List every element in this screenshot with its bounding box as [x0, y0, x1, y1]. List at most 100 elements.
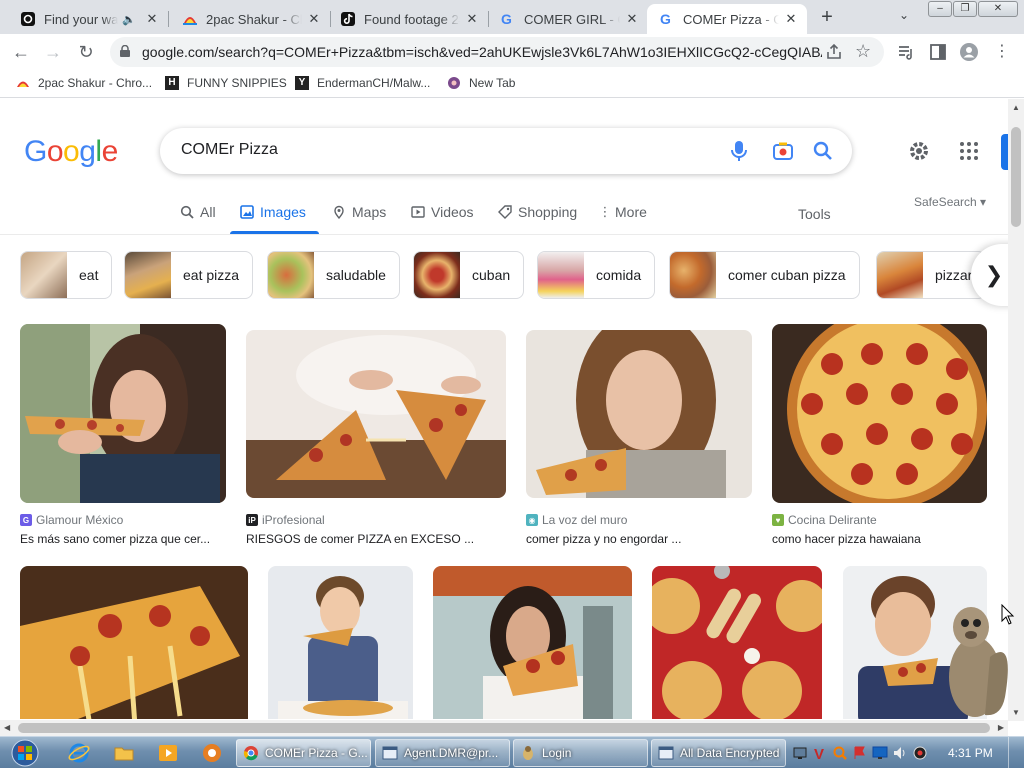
profile-avatar-icon[interactable]	[959, 42, 979, 62]
address-bar[interactable]: google.com/search?q=COMEr+Pizza&tbm=isch…	[110, 37, 884, 67]
close-tab-icon[interactable]: ✕	[624, 11, 640, 27]
monitor-icon[interactable]	[872, 745, 888, 761]
bookmark-star-icon[interactable]: ☆	[855, 41, 871, 62]
result-source[interactable]: iP iProfesional	[246, 513, 325, 527]
tab-comer-girl[interactable]: G COMER GIRL - Go ✕	[488, 4, 648, 34]
scroll-up-icon[interactable]: ▲	[1012, 103, 1020, 112]
media-player-icon[interactable]	[157, 742, 179, 764]
vertical-scrollbar[interactable]: ▲ ▼	[1008, 99, 1024, 721]
result-source[interactable]: ♥ Cocina Delirante	[772, 513, 877, 527]
show-desktop-button[interactable]	[1008, 737, 1024, 768]
tab-find-your-way[interactable]: Find your way 🔈 ✕	[8, 4, 168, 34]
safesearch-dropdown[interactable]: SafeSearch ▾	[914, 195, 986, 209]
new-tab-button[interactable]: +	[815, 7, 839, 29]
back-button[interactable]: ←	[10, 41, 32, 63]
result-source[interactable]: ◉ La voz del muro	[526, 513, 627, 527]
bookmark-funny-snippies[interactable]: H FUNNY SNIPPIES	[165, 76, 287, 90]
flag-icon[interactable]	[852, 745, 868, 761]
chrome-menu-icon[interactable]: ⋮	[991, 41, 1013, 63]
result-image-boy-eating-pizza[interactable]	[268, 566, 413, 719]
chip-eat-pizza[interactable]: eat pizza	[124, 251, 254, 299]
microphone-icon[interactable]	[730, 140, 748, 162]
result-image-cheesy-pizza-slice[interactable]	[20, 566, 248, 719]
close-tab-icon[interactable]: ✕	[144, 11, 160, 27]
search-icon[interactable]	[812, 140, 834, 162]
tab-2pac[interactable]: 2pac Shakur - Chr ✕	[170, 4, 330, 34]
taskbar-all-data-encrypted[interactable]: All Data Encrypted	[651, 739, 786, 767]
media-controls-icon[interactable]	[896, 42, 916, 62]
tools-button[interactable]: Tools	[798, 206, 831, 222]
image-result[interactable]	[433, 566, 632, 719]
result-caption[interactable]: como hacer pizza hawaiana	[772, 532, 921, 546]
speaker-icon[interactable]	[892, 745, 908, 761]
chip-comer-cuban-pizza[interactable]: comer cuban pizza	[669, 251, 860, 299]
result-image-woman-eating-pizza[interactable]	[20, 324, 226, 503]
reload-button[interactable]: ↻	[75, 41, 97, 63]
chip-comida[interactable]: comida	[537, 251, 656, 299]
apps-grid-icon[interactable]	[959, 141, 979, 161]
bookmark-2pac[interactable]: 2pac Shakur - Chro...	[16, 76, 152, 90]
camera-lens-icon[interactable]	[772, 140, 794, 162]
close-tab-icon[interactable]: ✕	[783, 11, 799, 27]
horizontal-scrollbar[interactable]: ◀ ▶	[0, 720, 1008, 736]
result-caption[interactable]: comer pizza y no engordar ...	[526, 532, 681, 546]
bookmark-new-tab[interactable]: New Tab	[447, 76, 515, 90]
url-text[interactable]: google.com/search?q=COMEr+Pizza&tbm=isch…	[142, 44, 822, 60]
image-result[interactable]: ♥ Cocina Delirante como hacer pizza hawa…	[772, 324, 987, 549]
search-input[interactable]: COMEr Pizza	[181, 141, 278, 159]
result-image-smiling-woman-pizza[interactable]	[526, 330, 752, 498]
image-result[interactable]: iP iProfesional RIESGOS de comer PIZZA e…	[246, 330, 506, 549]
taskbar-clock[interactable]: 4:31 PM	[948, 746, 993, 760]
network-icon[interactable]	[792, 745, 808, 761]
scroll-left-icon[interactable]: ◀	[4, 723, 10, 732]
image-result[interactable]	[20, 566, 248, 719]
result-image-pepperoni-pizza[interactable]	[772, 324, 987, 503]
result-image-woman-restaurant-pizza[interactable]	[433, 566, 632, 719]
display-record-icon[interactable]	[912, 745, 928, 761]
audio-icon[interactable]: 🔈	[122, 13, 136, 26]
tab-shopping[interactable]: Shopping	[498, 204, 577, 220]
image-result[interactable]: G Glamour México Es más sano comer pizza…	[20, 324, 226, 549]
scroll-right-icon[interactable]: ▶	[998, 723, 1004, 732]
minimize-button[interactable]: –	[928, 1, 952, 17]
scrollbar-thumb[interactable]	[1011, 127, 1021, 227]
taskbar-login[interactable]: Login	[513, 739, 648, 767]
tab-maps[interactable]: Maps	[332, 204, 386, 220]
side-panel-icon[interactable]	[928, 42, 948, 62]
chip-eat[interactable]: eat	[20, 251, 113, 299]
folder-icon[interactable]	[113, 742, 135, 764]
tab-more[interactable]: ⋮ More	[599, 204, 647, 220]
search-box[interactable]: COMEr Pizza	[160, 128, 852, 174]
result-source[interactable]: G Glamour México	[20, 513, 123, 527]
close-tab-icon[interactable]: ✕	[306, 11, 322, 27]
tab-all[interactable]: All	[180, 204, 216, 220]
google-logo[interactable]: Google	[24, 135, 118, 169]
share-icon[interactable]	[825, 43, 843, 61]
antivirus-v-icon[interactable]: V	[812, 745, 828, 761]
taskbar-agent[interactable]: Agent.DMR@pr...	[375, 739, 510, 767]
tab-comer-pizza[interactable]: G COMEr Pizza - Go ✕	[647, 4, 807, 34]
image-result[interactable]: ◉ La voz del muro comer pizza y no engor…	[526, 330, 752, 549]
close-tab-icon[interactable]: ✕	[464, 11, 480, 27]
tab-videos[interactable]: Videos	[411, 204, 474, 220]
scroll-down-icon[interactable]: ▼	[1012, 708, 1020, 717]
gear-icon[interactable]	[907, 139, 931, 163]
taskbar-chrome[interactable]: COMEr Pizza - G...	[236, 739, 371, 767]
tab-found-footage[interactable]: Found footage 2# ✕	[328, 4, 488, 34]
chip-pizzar[interactable]: pizzar	[876, 251, 987, 299]
sign-in-button[interactable]	[1001, 134, 1008, 170]
start-button[interactable]	[8, 738, 42, 768]
internet-explorer-icon[interactable]	[68, 742, 90, 764]
close-window-button[interactable]: ✕	[978, 1, 1018, 17]
chevron-down-icon[interactable]: ⌄	[894, 8, 914, 26]
result-image-pizza-table-spread[interactable]	[652, 566, 822, 719]
scrollbar-thumb[interactable]	[18, 723, 990, 733]
chip-cuban[interactable]: cuban	[413, 251, 525, 299]
forward-button[interactable]: →	[42, 41, 64, 63]
magnifier-tray-icon[interactable]	[832, 745, 848, 761]
tab-images[interactable]: Images	[240, 204, 306, 220]
result-image-hands-pulling-pizza[interactable]	[246, 330, 506, 498]
maximize-button[interactable]: ❐	[953, 1, 977, 17]
result-caption[interactable]: Es más sano comer pizza que cer...	[20, 532, 210, 546]
chip-saludable[interactable]: saludable	[267, 251, 400, 299]
